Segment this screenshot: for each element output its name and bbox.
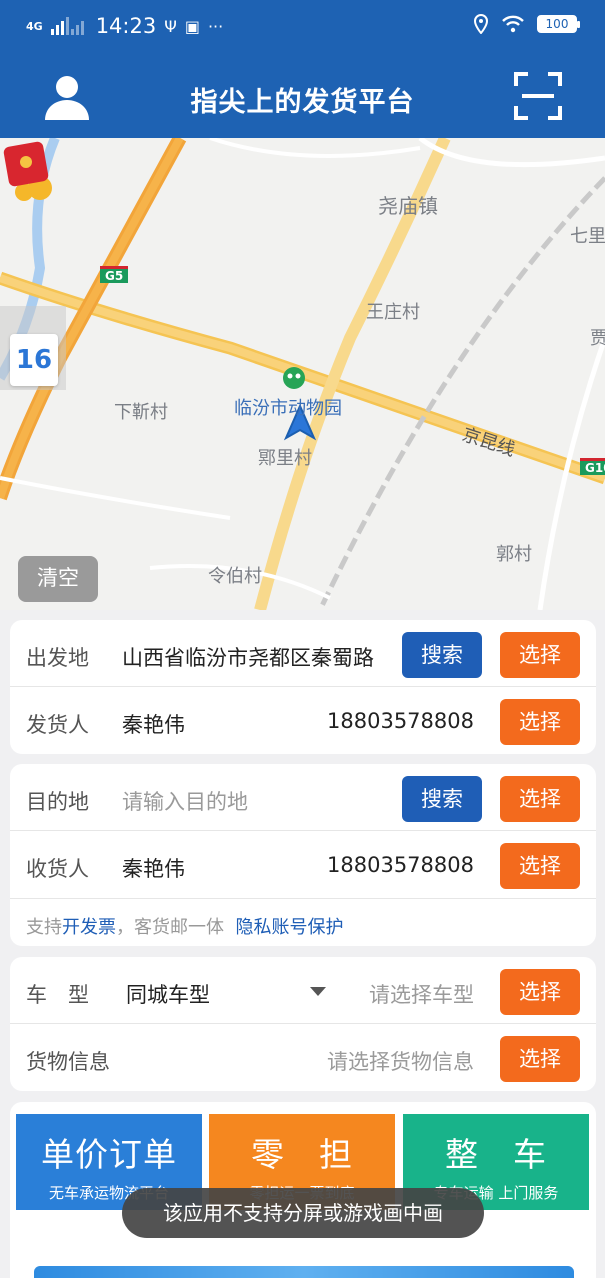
chevron-down-icon[interactable] — [310, 987, 326, 996]
origin-search-button[interactable]: 搜索 — [402, 632, 482, 678]
cargo-row: 货物信息 请选择货物信息 选择 — [10, 1024, 596, 1092]
destination-search-button[interactable]: 搜索 — [402, 776, 482, 822]
more-notifications: ··· — [207, 16, 224, 36]
app-logo-badge[interactable]: 16 — [10, 334, 58, 386]
origin-field[interactable]: 山西省临汾市尧都区秦蜀路 — [122, 642, 394, 672]
vehicle-label: 车 型 — [26, 983, 89, 1007]
sender-label: 发货人 — [26, 713, 89, 737]
vehicle-card: 车 型 同城车型 请选择车型 选择 货物信息 请选择货物信息 选择 — [10, 957, 596, 1091]
map-label: 郭村 — [496, 544, 532, 565]
map-label: 贾 — [590, 328, 605, 349]
wifi-icon — [502, 15, 524, 33]
cargo-placeholder[interactable]: 请选择货物信息 — [327, 1046, 474, 1076]
highway-badge: G10 — [580, 458, 605, 475]
destination-label: 目的地 — [26, 790, 89, 814]
privacy-link[interactable]: 隐私账号保护 — [235, 917, 343, 938]
destination-input[interactable]: 请输入目的地 — [122, 786, 248, 816]
map-label: 七里 — [570, 226, 605, 247]
receiver-select-button[interactable]: 选择 — [500, 843, 580, 889]
sender-row: 发货人 秦艳伟 18803578808 选择 — [10, 687, 596, 755]
note-middle: ，客货邮一体 — [116, 917, 224, 938]
location-icon — [473, 14, 489, 34]
map-label: 鄍里村 — [258, 448, 312, 469]
status-bar: 4G 14:23 Ψ ▣ ··· 100 — [0, 0, 605, 54]
map-label: 令伯村 — [208, 566, 262, 587]
vehicle-placeholder[interactable]: 请选择车型 — [369, 979, 474, 1009]
destination-card: 目的地 请输入目的地 搜索 选择 收货人 秦艳伟 18803578808 选择 … — [10, 764, 596, 946]
receiver-label: 收货人 — [26, 857, 89, 881]
receiver-row: 收货人 秦艳伟 18803578808 选择 — [10, 831, 596, 899]
tile-title: 零 担 — [251, 1135, 353, 1174]
signal-icon — [50, 17, 84, 35]
notification-app-icon: ▣ — [184, 16, 200, 36]
origin-select-button[interactable]: 选择 — [500, 632, 580, 678]
toast-message: 该应用不支持分屏或游戏画中画 — [122, 1188, 484, 1238]
invoice-link[interactable]: 开发票 — [62, 917, 116, 938]
vehicle-select-button[interactable]: 选择 — [500, 969, 580, 1015]
receiver-name[interactable]: 秦艳伟 — [122, 853, 185, 883]
tile-title: 单价订单 — [41, 1135, 177, 1174]
highway-badge: G5 — [100, 266, 129, 283]
feature-note-text: 支持开发票，客货邮一体 隐私账号保护 — [26, 913, 343, 939]
sender-select-button[interactable]: 选择 — [500, 699, 580, 745]
origin-label: 出发地 — [26, 646, 89, 670]
battery-icon: 100 — [537, 15, 580, 33]
app-header: 指尖上的发货平台 — [0, 54, 605, 138]
map-label-zoo: 临汾市动物园 — [234, 398, 342, 419]
sender-phone[interactable]: 18803578808 — [327, 709, 474, 733]
map-label: 王庄村 — [366, 302, 420, 323]
destination-select-button[interactable]: 选择 — [500, 776, 580, 822]
usb-icon: Ψ — [164, 16, 177, 36]
note-prefix: 支持 — [26, 917, 62, 938]
network-type: 4G — [26, 19, 43, 33]
cargo-select-button[interactable]: 选择 — [500, 1036, 580, 1082]
origin-row: 出发地 山西省临汾市尧都区秦蜀路 搜索 选择 — [10, 620, 596, 688]
map-view[interactable]: 尧庙镇 七里 王庄村 贾 下靳村 临汾市动物园 京昆线 鄍里村 郭村 令伯村 G… — [0, 138, 605, 610]
destination-row: 目的地 请输入目的地 搜索 选择 — [10, 764, 596, 832]
origin-card: 出发地 山西省临汾市尧都区秦蜀路 搜索 选择 发货人 秦艳伟 188035788… — [10, 620, 596, 754]
receiver-phone[interactable]: 18803578808 — [327, 853, 474, 877]
red-packet-icon[interactable] — [0, 138, 62, 202]
sender-name[interactable]: 秦艳伟 — [122, 709, 185, 739]
clear-button[interactable]: 清空 — [18, 556, 98, 602]
feature-note: 支持开发票，客货邮一体 隐私账号保护 — [10, 899, 596, 945]
scan-icon[interactable] — [514, 72, 562, 120]
vehicle-type-dropdown[interactable]: 同城车型 — [126, 979, 210, 1009]
banner-edge — [34, 1266, 574, 1278]
vehicle-row: 车 型 同城车型 请选择车型 选择 — [10, 957, 596, 1025]
map-label: 下靳村 — [114, 402, 168, 423]
tile-title: 整 车 — [445, 1135, 547, 1174]
map-label: 尧庙镇 — [378, 194, 438, 218]
clock: 14:23 — [95, 14, 157, 38]
cargo-label: 货物信息 — [26, 1050, 110, 1074]
